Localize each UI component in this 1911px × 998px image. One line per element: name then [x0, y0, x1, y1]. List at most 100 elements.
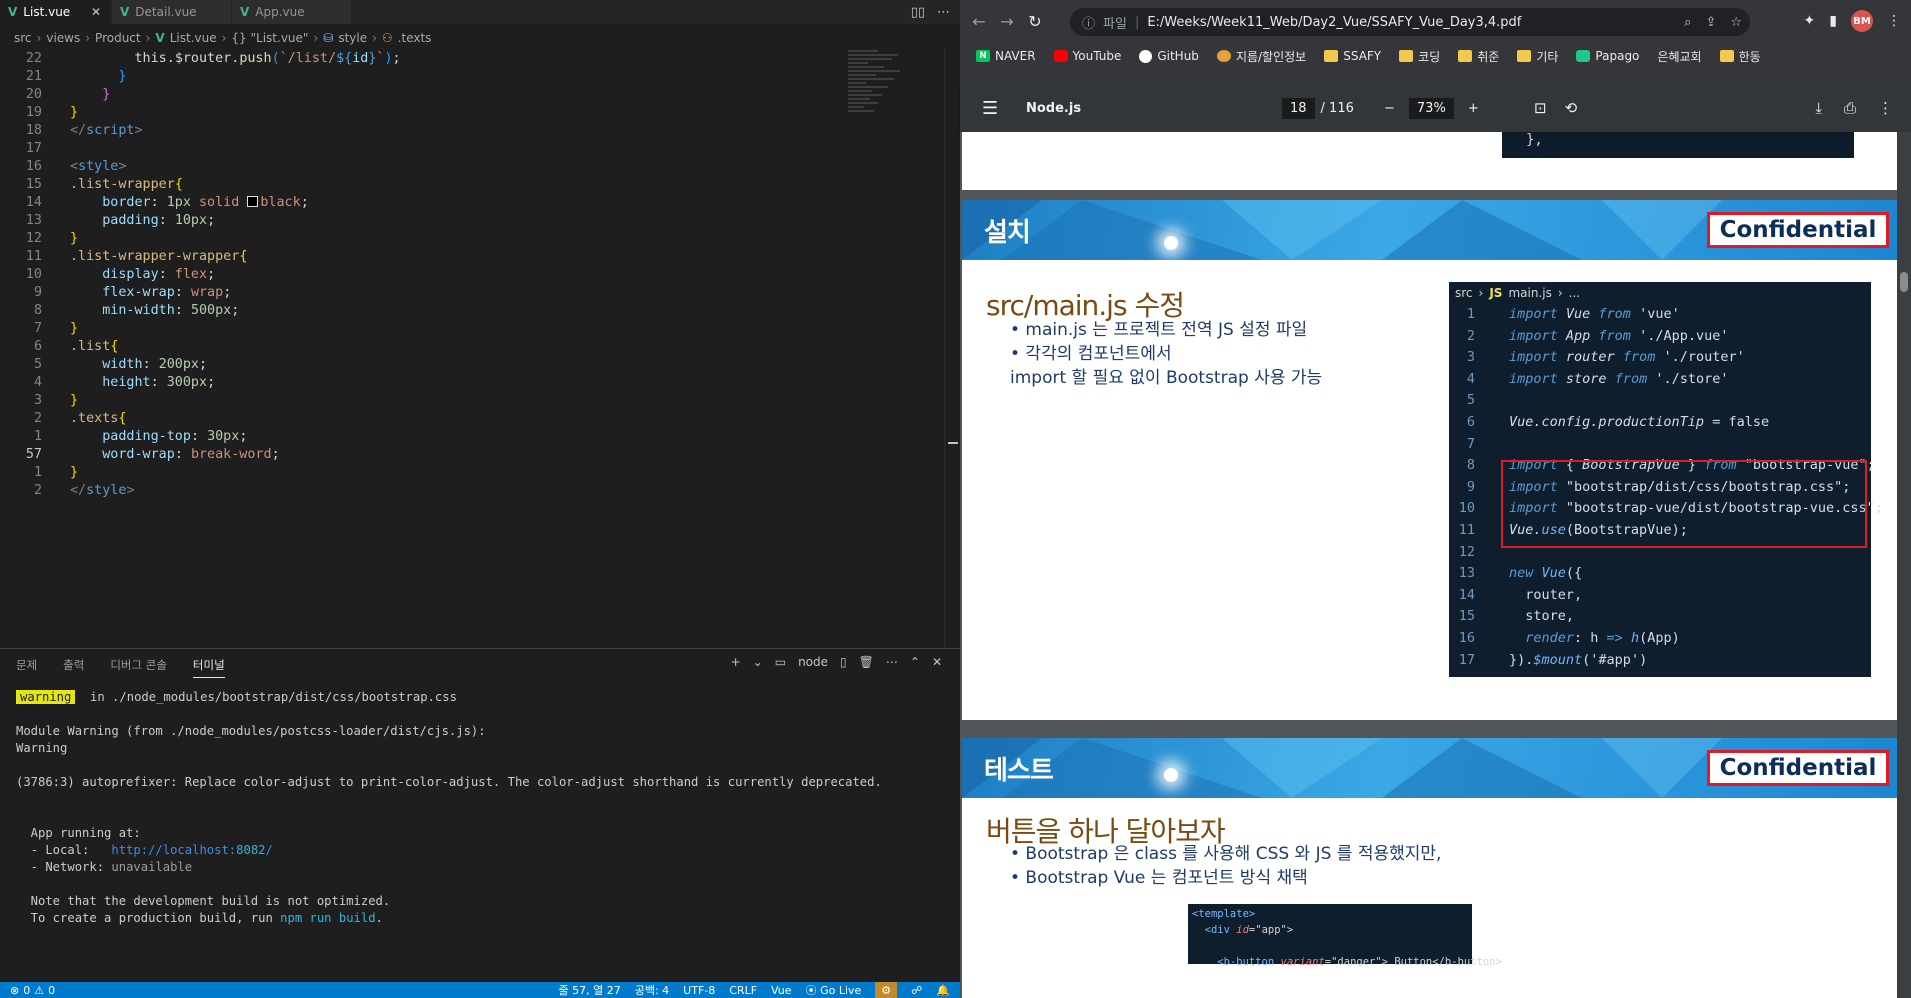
side-panel-icon[interactable]: ▮	[1829, 13, 1837, 29]
bookmark-ssafy[interactable]: SSAFY	[1324, 49, 1381, 63]
bookmark-코딩[interactable]: 코딩	[1399, 48, 1440, 65]
trash-icon[interactable]: 🗑	[859, 655, 874, 669]
split-terminal-icon[interactable]: ▯	[840, 655, 847, 669]
copilot-icon[interactable]: ⚙	[875, 982, 898, 998]
zoom-out-icon[interactable]: −	[1384, 101, 1395, 116]
maximize-panel-icon[interactable]: ⌃	[910, 655, 920, 669]
tab-problems[interactable]: 문제	[16, 657, 37, 678]
vue-file-icon: V	[240, 5, 250, 19]
print-icon[interactable]: ⎙	[1844, 99, 1856, 117]
star-icon[interactable]: ☆	[1730, 15, 1742, 30]
bookmark-naver[interactable]: N NAVER	[976, 49, 1036, 63]
breadcrumb-src[interactable]: src	[14, 31, 32, 45]
tab-detail-vue[interactable]: V Detail.vue	[112, 0, 232, 24]
share-icon[interactable]: ⇪	[1705, 15, 1716, 30]
bookmark-한동[interactable]: 한동	[1719, 48, 1761, 65]
go-live-button[interactable]: ⦿ Go Live	[806, 982, 862, 998]
hamburger-menu-icon[interactable]: ☰	[982, 98, 998, 119]
close-icon[interactable]: ✕	[91, 5, 101, 19]
new-terminal-icon[interactable]: +	[731, 655, 741, 669]
code-text: </style>	[70, 483, 135, 498]
menu-icon[interactable]: ⋮	[1887, 13, 1901, 29]
color-swatch-icon[interactable]	[247, 196, 259, 207]
forward-arrow-icon[interactable]: →	[996, 10, 1018, 32]
chevron-down-icon[interactable]: ⌄	[753, 655, 763, 669]
minimap[interactable]	[848, 48, 908, 168]
error-icon: ⊗	[10, 983, 20, 997]
extensions-icon[interactable]: ✦	[1804, 13, 1816, 29]
line-number: 13	[1458, 565, 1475, 582]
bookmark-youtube[interactable]: YouTube	[1053, 49, 1121, 63]
more-icon[interactable]: ⋯	[886, 655, 898, 669]
download-icon[interactable]: ⤓	[1815, 99, 1822, 117]
tab-list-vue[interactable]: V List.vue ✕	[0, 0, 112, 24]
address-bar[interactable]: ⓘ 파일 | E:/Weeks/Week11_Web/Day2_Vue/SSAF…	[1070, 8, 1750, 36]
notifications-icon[interactable]: 🔔	[936, 984, 950, 997]
pdf-viewport[interactable]: }, 설치 Confidential src/main.js 수정 • main…	[960, 132, 1911, 998]
line-number: 1	[1466, 306, 1475, 322]
page-input[interactable]: 18	[1282, 97, 1315, 119]
encoding[interactable]: UTF-8	[683, 984, 715, 997]
breadcrumb-product[interactable]: Product	[95, 31, 141, 45]
bookmark-취준[interactable]: 취준	[1458, 48, 1499, 65]
zoom-in-icon[interactable]: +	[1468, 101, 1479, 116]
bookmark-은혜교회[interactable]: 은혜교회	[1657, 48, 1701, 65]
language-mode[interactable]: Vue	[771, 984, 792, 997]
code-editor[interactable]: 22 this.$router.push(`/list/${id}`); 21 }…	[0, 48, 960, 648]
tab-terminal[interactable]: 터미널	[192, 657, 225, 678]
code-breadcrumb-file: main.js	[1508, 286, 1552, 300]
breadcrumb-module[interactable]: {} "List.vue"	[231, 31, 308, 45]
pdf-scrollbar[interactable]	[1897, 132, 1911, 998]
fit-page-icon[interactable]: ⊡	[1534, 99, 1547, 117]
papago-icon	[1576, 50, 1591, 62]
bullet-item: • Bootstrap 은 class 를 사용해 CSS 와 JS 를 적용했…	[1010, 844, 1442, 864]
info-icon[interactable]: ⓘ	[1082, 13, 1095, 32]
bookmark-label: 지름/할인정보	[1235, 49, 1307, 64]
tab-app-vue[interactable]: V App.vue	[232, 0, 352, 24]
terminal-output[interactable]: warning in ./node_modules/bootstrap/dist…	[16, 689, 946, 927]
feedback-icon[interactable]: ☍	[911, 984, 922, 997]
header-glow	[1164, 768, 1178, 782]
back-arrow-icon[interactable]: ←	[968, 10, 990, 32]
line-ending[interactable]: CRLF	[729, 984, 757, 997]
bullet-item: import 할 필요 없이 Bootstrap 사용 가능	[1010, 368, 1323, 388]
breadcrumb-file[interactable]: List.vue	[170, 31, 217, 45]
pdf-scroll-thumb[interactable]	[1900, 272, 1908, 292]
breadcrumb-style[interactable]: style	[338, 31, 367, 45]
line-number: 6	[1466, 413, 1475, 430]
breadcrumb-class[interactable]: .texts	[398, 31, 432, 45]
bookmark-기타[interactable]: 기타	[1517, 48, 1558, 65]
slide-install: 설치 Confidential src/main.js 수정 • main.js…	[962, 200, 1897, 720]
bullet-item: • 각각의 컴포넌트에서	[1010, 344, 1172, 364]
editor-tabs: V List.vue ✕ V Detail.vue V App.vue	[0, 0, 960, 24]
bookmark-github[interactable]: GitHub	[1139, 49, 1199, 63]
problems-status[interactable]: ⊗ 0 ⚠ 0	[0, 984, 55, 997]
page-indicator: 18 / 116	[1282, 97, 1354, 119]
code-text: store,	[1509, 608, 1575, 625]
bookmark-papago[interactable]: Papago	[1576, 49, 1639, 63]
class-symbol-icon: ⚇	[381, 31, 393, 45]
indentation[interactable]: 공백: 4	[635, 982, 669, 998]
terminal-line: To create a production build, run npm ru…	[16, 911, 383, 925]
bookmark-지름/할인정보[interactable]: 지름/할인정보	[1216, 48, 1307, 65]
bookmark-label: GitHub	[1157, 49, 1199, 63]
slide-bullets: • main.js 는 프로젝트 전역 JS 설정 파일 • 각각의 컴포넌트에…	[1010, 318, 1322, 390]
tab-debug-console[interactable]: 디버그 콘솔	[110, 657, 167, 678]
code-row: 15 store,	[1449, 606, 1871, 628]
zoom-icon[interactable]: ⌕	[1684, 15, 1691, 30]
tab-output[interactable]: 출력	[63, 657, 84, 678]
more-icon[interactable]: ⋯	[937, 5, 950, 20]
breadcrumb-views[interactable]: views	[46, 31, 80, 45]
url-text[interactable]: E:/Weeks/Week11_Web/Day2_Vue/SSAFY_Vue_D…	[1147, 15, 1521, 30]
avatar[interactable]: BM	[1851, 10, 1873, 32]
zoom-input[interactable]: 73%	[1408, 97, 1454, 119]
editor-scrollbar[interactable]	[944, 48, 958, 648]
terminal-name[interactable]: node	[798, 655, 828, 669]
more-vert-icon[interactable]: ⋮	[1878, 99, 1893, 117]
rotate-icon[interactable]: ⟲	[1565, 99, 1578, 117]
cursor-position[interactable]: 줄 57, 열 27	[558, 982, 620, 998]
close-icon[interactable]: ✕	[932, 655, 942, 669]
reload-icon[interactable]: ↻	[1024, 10, 1046, 32]
split-editor-icon[interactable]: ▯▯	[911, 5, 925, 20]
